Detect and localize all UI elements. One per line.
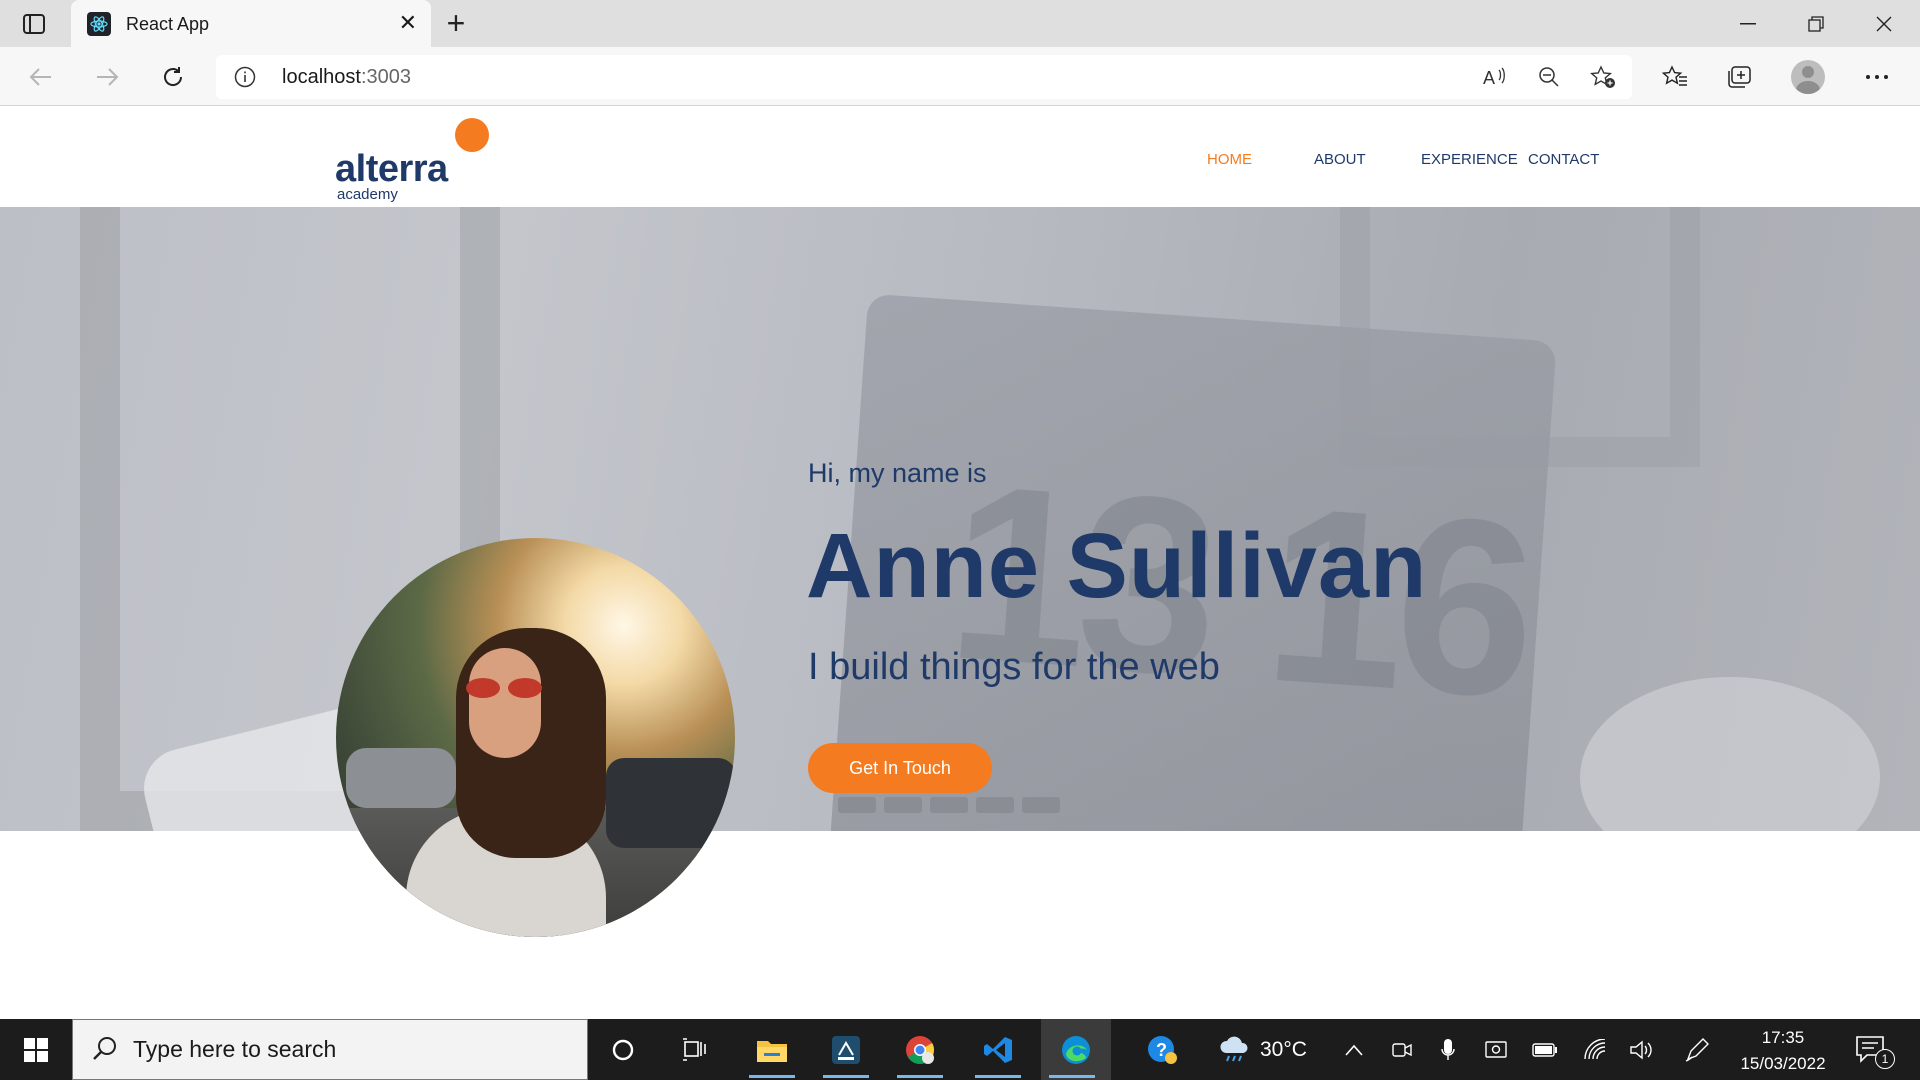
new-tab-icon[interactable]: +	[440, 7, 472, 40]
site-navbar: alterra academy HOME ABOUT EXPERIENCE CO…	[0, 106, 1920, 207]
alterra-logo[interactable]: alterra academy	[335, 118, 495, 203]
help-icon[interactable]: ?	[1131, 1019, 1193, 1080]
weather-widget[interactable]: 30°C	[1218, 1035, 1307, 1065]
nav-home[interactable]: HOME	[1207, 151, 1252, 168]
weather-rain-icon	[1220, 1036, 1248, 1062]
forward-icon[interactable]	[90, 60, 124, 94]
tab-actions-icon[interactable]	[18, 11, 50, 37]
file-explorer-icon[interactable]	[741, 1019, 803, 1080]
logo-word: alterra	[335, 148, 448, 190]
restore-icon[interactable]	[1796, 8, 1836, 40]
favorites-icon[interactable]	[1658, 60, 1692, 94]
avatar-icon	[1791, 60, 1825, 94]
windows-start-icon[interactable]	[12, 1031, 60, 1069]
volume-icon[interactable]	[1629, 1037, 1655, 1063]
minimize-icon[interactable]	[1728, 8, 1768, 40]
profile-photo	[336, 538, 735, 937]
hero-greeting: Hi, my name is	[808, 458, 987, 488]
cortana-icon[interactable]	[592, 1019, 654, 1080]
nav-contact[interactable]: CONTACT	[1528, 151, 1599, 168]
meet-now-icon[interactable]	[1389, 1037, 1415, 1063]
collections-icon[interactable]	[1722, 60, 1756, 94]
microphone-icon[interactable]	[1435, 1037, 1461, 1063]
notification-count-badge: 1	[1875, 1049, 1895, 1069]
tab-close-icon[interactable]: ✕	[399, 12, 417, 34]
clock-time: 17:35	[1761, 1028, 1805, 1047]
web-page: alterra academy HOME ABOUT EXPERIENCE CO…	[0, 106, 1920, 1019]
window-close-icon[interactable]	[1864, 8, 1904, 40]
vscode-icon[interactable]	[967, 1019, 1029, 1080]
logo-sub: academy	[337, 186, 398, 203]
logo-dot-icon	[455, 118, 489, 152]
battery-icon[interactable]	[1532, 1037, 1558, 1063]
url-port: :3003	[360, 66, 411, 88]
get-in-touch-button[interactable]: Get In Touch	[808, 743, 992, 793]
taskbar-clock[interactable]: 17:35 15/03/2022	[1728, 1025, 1838, 1077]
search-placeholder: Type here to search	[133, 1036, 337, 1062]
hero-tagline: I build things for the web	[808, 646, 1220, 688]
more-options-icon[interactable]	[1860, 60, 1894, 94]
taskbar-search-box[interactable]: Type here to search	[72, 1019, 588, 1080]
task-view-icon[interactable]	[664, 1019, 726, 1080]
clock-date: 15/03/2022	[1740, 1054, 1826, 1073]
browser-toolbar: localhost:3003 A	[0, 47, 1920, 106]
notification-center-icon[interactable]: 1	[1855, 1035, 1895, 1069]
pen-workspace-icon[interactable]	[1684, 1037, 1710, 1063]
svg-text:A: A	[1483, 68, 1495, 88]
taskbar: Type here to search ? 30°C 17:35 15/03/2…	[0, 1019, 1920, 1080]
nav-about[interactable]: ABOUT	[1314, 151, 1366, 168]
browser-tab-bar: React App ✕ +	[0, 0, 1920, 47]
nav-experience[interactable]: EXPERIENCE	[1421, 151, 1518, 168]
weather-temp: 30°C	[1260, 1038, 1307, 1061]
profile-avatar[interactable]	[1791, 60, 1825, 94]
refresh-icon[interactable]	[156, 60, 190, 94]
show-hidden-icons-icon[interactable]	[1341, 1037, 1367, 1063]
app-icon[interactable]	[815, 1019, 877, 1080]
zoom-out-icon[interactable]	[1536, 64, 1562, 90]
chrome-icon[interactable]	[889, 1019, 951, 1080]
site-info-icon[interactable]	[234, 66, 256, 93]
back-icon[interactable]	[24, 60, 58, 94]
browser-tab[interactable]: React App ✕	[71, 0, 431, 47]
address-bar[interactable]: localhost:3003 A	[216, 55, 1632, 99]
url-text[interactable]: localhost:3003	[282, 66, 411, 89]
background-cup	[1580, 677, 1880, 831]
tab-title: React App	[126, 14, 210, 34]
edge-icon[interactable]	[1041, 1019, 1111, 1080]
wifi-icon[interactable]	[1582, 1037, 1608, 1063]
react-favicon-icon	[87, 12, 111, 36]
screen-capture-icon[interactable]	[1483, 1037, 1509, 1063]
read-aloud-icon[interactable]: A	[1482, 64, 1508, 90]
search-icon	[91, 1035, 119, 1068]
add-favorite-icon[interactable]	[1590, 64, 1616, 90]
background-keyboard	[838, 797, 1098, 831]
url-host: localhost	[282, 66, 361, 88]
hero-name: Anne Sullivan	[806, 515, 1428, 617]
